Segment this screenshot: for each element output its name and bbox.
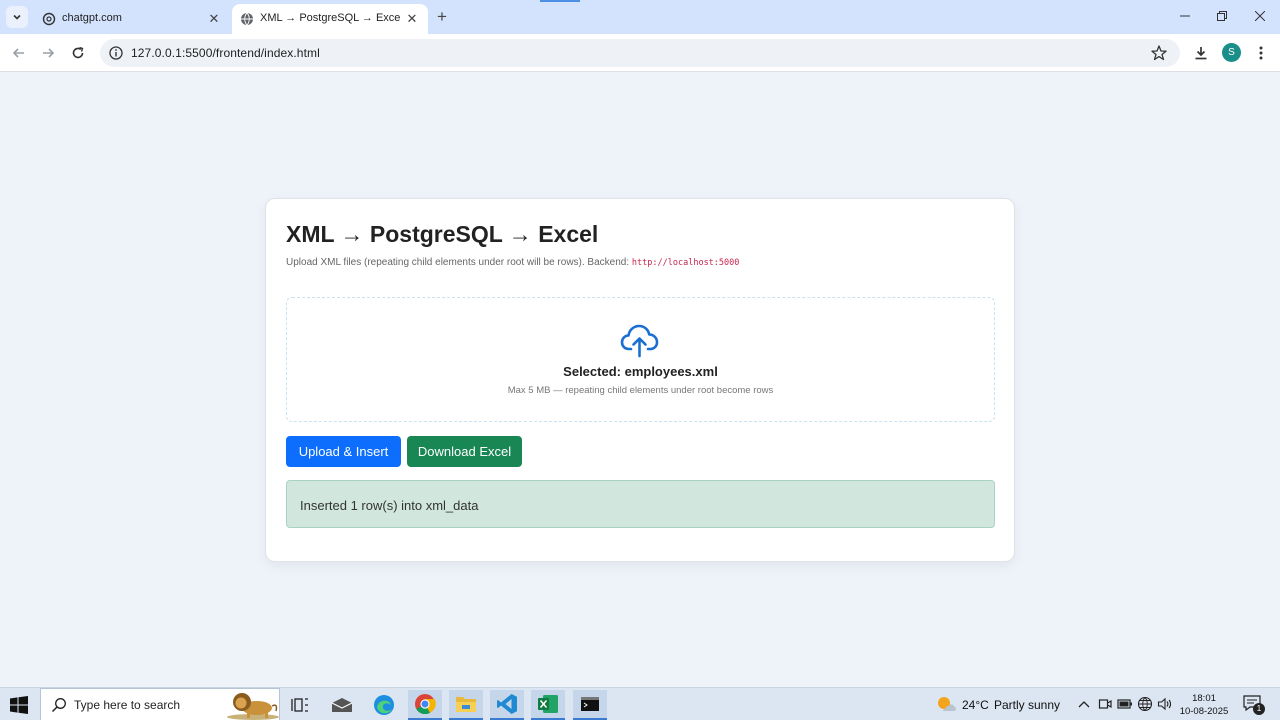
chatgpt-favicon-icon [42,12,56,26]
close-icon[interactable]: ✕ [404,11,420,27]
volume-icon[interactable] [1157,696,1173,712]
file-explorer-app-button[interactable] [449,690,483,720]
network-globe-icon[interactable] [1137,696,1153,712]
system-clock[interactable]: 18:01 10-08-2025 [1176,692,1232,718]
url-text[interactable]: 127.0.0.1:5500/frontend/index.html [131,46,320,60]
lion-search-highlight-icon [227,693,279,720]
mail-icon [331,698,353,712]
kebab-menu-icon [1259,46,1263,60]
tab-chatgpt[interactable]: chatgpt.com ✕ [34,4,230,34]
arrow-right-icon [43,48,55,58]
vscode-icon [497,694,517,714]
site-info-icon[interactable] [108,45,124,61]
tab-strip: chatgpt.com ✕ XML → PostgreSQL → Excel ✕… [0,0,1280,34]
chevron-up-icon[interactable] [1078,699,1090,709]
globe-icon [241,12,253,26]
terminal-app-button[interactable] [573,690,607,720]
close-icon [1255,11,1265,21]
forward-button[interactable] [37,42,59,64]
browser-menu-button[interactable] [1250,42,1272,64]
taskbar: Type here to search 24°C Partly sunny 18… [0,687,1280,720]
terminal-icon [581,697,599,711]
minimize-button[interactable] [1172,5,1198,27]
tab-xml-app[interactable]: XML → PostgreSQL → Excel ✕ [232,4,428,34]
chrome-icon [415,694,436,715]
task-view-icon [291,698,308,712]
upload-card: XML → PostgreSQL → Excel Upload XML file… [265,198,1015,562]
page-subtitle: Upload XML files (repeating child elemen… [286,257,739,268]
downloads-button[interactable] [1190,42,1212,64]
restore-icon [1217,11,1227,21]
browser-toolbar: 127.0.0.1:5500/frontend/index.html S [0,34,1280,72]
clock-time: 18:01 [1192,693,1216,704]
taskbar-search[interactable]: Type here to search [40,688,280,720]
tab-title: XML → PostgreSQL → Excel [260,12,400,24]
reload-button[interactable] [67,42,89,64]
address-bar[interactable]: 127.0.0.1:5500/frontend/index.html [100,39,1180,67]
close-icon[interactable]: ✕ [206,11,222,27]
restore-button[interactable] [1209,5,1235,27]
tab-title: chatgpt.com [62,12,122,24]
mail-app-button[interactable] [325,690,359,720]
back-button[interactable] [8,42,30,64]
excel-app-button[interactable] [531,690,565,720]
weather-description[interactable]: Partly sunny [994,698,1060,712]
reload-icon [72,46,84,59]
status-alert: Inserted 1 row(s) into xml_data [286,480,995,528]
cloud-upload-icon [620,324,659,358]
chevron-down-icon [13,14,21,20]
upload-insert-button[interactable]: Upload & Insert [286,436,401,467]
backend-url: http://localhost:5000 [631,258,740,268]
file-dropzone[interactable]: Selected: employees.xml Max 5 MB — repea… [286,297,995,422]
battery-icon[interactable] [1117,697,1133,711]
minimize-icon [1180,15,1190,17]
bookmark-star-icon[interactable] [1150,44,1168,62]
search-placeholder: Type here to search [74,698,181,712]
subtitle-text: Upload XML files (repeating child elemen… [286,257,630,268]
dropzone-hint: Max 5 MB — repeating child elements unde… [507,385,774,396]
task-view-button[interactable] [283,690,317,720]
edge-icon [374,695,394,715]
file-explorer-icon [456,697,476,712]
excel-icon [538,695,558,713]
edge-app-button[interactable] [367,690,401,720]
tab-search-button[interactable] [6,6,28,28]
selected-file-label: Selected: employees.xml [563,364,718,379]
chrome-app-button[interactable] [408,690,442,720]
weather-partly-sunny-icon[interactable] [935,694,957,714]
meet-now-icon[interactable] [1098,697,1112,711]
new-tab-button[interactable]: + [432,7,452,27]
page-title: XML → PostgreSQL → Excel [286,221,599,247]
download-excel-button[interactable]: Download Excel [407,436,522,467]
notifications-button[interactable]: 1 [1243,695,1265,715]
tab-strip-accent [540,0,580,2]
arrow-left-icon [12,48,24,58]
notification-count-badge: 1 [1253,703,1265,715]
weather-temp[interactable]: 24°C [962,698,989,712]
search-icon [51,698,66,713]
clock-date: 10-08-2025 [1179,706,1229,717]
vscode-app-button[interactable] [490,690,524,720]
window-close-button[interactable] [1247,5,1273,27]
profile-avatar[interactable]: S [1222,43,1241,62]
download-icon [1195,47,1207,60]
windows-start-icon[interactable] [10,696,28,714]
